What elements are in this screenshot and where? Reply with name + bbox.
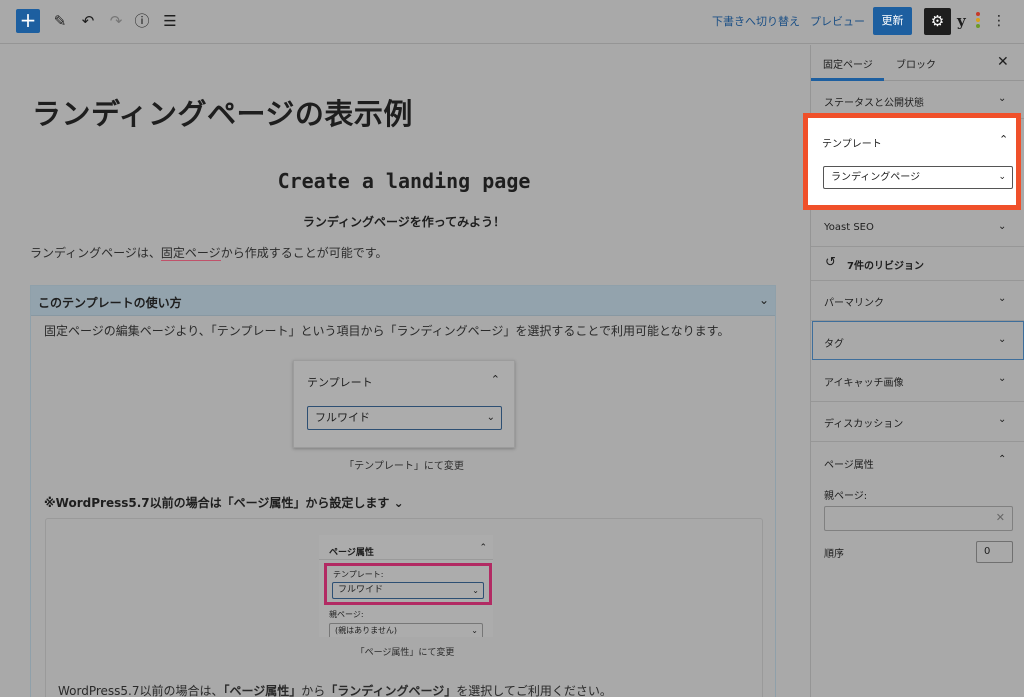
- panel-title: ステータスと公開状態: [824, 98, 924, 109]
- highlight-box: テンプレート: フルワイド ⌄: [324, 563, 492, 605]
- accordion-header[interactable]: このテンプレートの使い方 ⌄: [31, 286, 775, 316]
- text: を選択してご利用ください。: [456, 684, 612, 697]
- panel-permalink[interactable]: パーマリンク ⌄: [811, 281, 1024, 321]
- image-caption: 「テンプレート」にて変更: [344, 461, 464, 472]
- yoast-status-dots-icon: [976, 12, 980, 30]
- select-value: (親はありません): [335, 626, 398, 635]
- panel-title: ディスカッション: [824, 419, 904, 430]
- chevron-down-icon[interactable]: ⌄: [394, 496, 404, 510]
- accordion-block: このテンプレートの使い方 ⌄ 固定ページの編集ページより、「テンプレート」という…: [30, 285, 776, 697]
- select-value: フルワイド: [338, 585, 384, 595]
- plus-icon: +: [19, 8, 37, 32]
- list-view-icon[interactable]: ☰: [160, 11, 180, 31]
- settings-gear-icon[interactable]: ⚙: [924, 8, 951, 35]
- chevron-down-icon: ⌄: [471, 626, 478, 635]
- subheading[interactable]: ランディングページを作ってみよう！: [0, 213, 808, 230]
- editor-toolbar: + ✎ ↶ ↷ ⓘ ☰ 下書きへ切り替え プレビュー 更新 ⚙ y ⋮: [0, 0, 1024, 44]
- tab-page[interactable]: 固定ページ: [823, 56, 873, 71]
- preview-button[interactable]: プレビュー: [810, 13, 865, 29]
- bold-text: 「ページ属性」: [223, 684, 302, 697]
- page-attributes-screenshot: ページ属性 ⌃ テンプレート: フルワイド ⌄ 親ページ: (親はありません) …: [319, 535, 493, 637]
- divider: [319, 559, 493, 560]
- intro-link[interactable]: 固定ページ: [160, 246, 221, 261]
- select-value: フルワイド: [315, 411, 370, 424]
- intro-text-end: から作成することが可能です。: [220, 246, 388, 260]
- panel-title: Yoast SEO: [824, 222, 874, 233]
- parent-select-image: (親はありません) ⌄: [329, 623, 483, 637]
- card-title: ページ属性: [329, 548, 374, 558]
- more-options-icon[interactable]: ⋮: [992, 11, 1006, 31]
- template-label: テンプレート:: [333, 570, 384, 579]
- chevron-down-icon[interactable]: ⌄: [998, 221, 1006, 232]
- parent-label: 親ページ:: [329, 610, 364, 619]
- history-icon: ↺: [825, 255, 836, 270]
- panel-revisions[interactable]: ↺ 7件のリビジョン: [811, 247, 1024, 281]
- chevron-down-icon: ⌄: [486, 412, 495, 423]
- update-button[interactable]: 更新: [873, 7, 912, 35]
- chevron-down-icon: ⌄: [472, 586, 479, 595]
- panel-discussion[interactable]: ディスカッション ⌄: [811, 402, 1024, 442]
- bold-text: 「ランディングページ」: [325, 684, 457, 697]
- clear-icon[interactable]: ✕: [996, 511, 1005, 524]
- template-select[interactable]: ランディングページ ⌄: [823, 166, 1013, 189]
- inner-group-block: ページ属性 ⌃ テンプレート: フルワイド ⌄ 親ページ: (親はありません) …: [45, 518, 763, 697]
- chevron-down-icon[interactable]: ⌄: [998, 293, 1006, 304]
- chevron-down-icon[interactable]: ⌄: [759, 293, 769, 307]
- editor-canvas: ランディングページの表示例 Create a landing page ランディ…: [0, 45, 810, 697]
- pen-tool-icon[interactable]: ✎: [50, 11, 70, 31]
- panel-title: アイキャッチ画像: [824, 378, 904, 389]
- undo-icon[interactable]: ↶: [78, 11, 98, 31]
- panel-title: 7件のリビジョン: [847, 261, 924, 272]
- card-title: テンプレート: [307, 376, 373, 389]
- panel-featured-image[interactable]: アイキャッチ画像 ⌄: [811, 361, 1024, 402]
- accordion-title: このテンプレートの使い方: [38, 296, 182, 310]
- template-select-image: フルワイド ⌄: [332, 582, 484, 599]
- select-value: ランディングページ: [831, 172, 921, 183]
- chevron-up-icon[interactable]: ⌃: [998, 454, 1006, 465]
- accordion-description: 固定ページの編集ページより、「テンプレート」という項目から「ランディングページ」…: [44, 324, 730, 338]
- order-label: 順序: [824, 549, 844, 560]
- image-caption: 「ページ属性」にて変更: [355, 648, 455, 658]
- sidebar-tabs: 固定ページ ブロック ✕: [811, 45, 1024, 81]
- tags-focus-outline: [812, 321, 1024, 360]
- panel-title[interactable]: テンプレート: [822, 135, 882, 150]
- chevron-up-icon[interactable]: ⌃: [999, 133, 1008, 146]
- chevron-down-icon[interactable]: ⌄: [998, 414, 1006, 425]
- page-title[interactable]: ランディングページの表示例: [32, 91, 413, 133]
- panel-title[interactable]: ページ属性: [824, 456, 874, 471]
- parent-page-label: 親ページ:: [824, 491, 868, 502]
- instruction-paragraph[interactable]: WordPress5.7以前の場合は、「ページ属性」から「ランディングページ」を…: [58, 682, 612, 697]
- panel-title: パーマリンク: [824, 298, 884, 309]
- order-input[interactable]: 0: [976, 541, 1013, 563]
- text: から: [301, 684, 326, 697]
- tab-block[interactable]: ブロック: [896, 56, 936, 71]
- parent-page-input[interactable]: ✕: [824, 506, 1013, 531]
- switch-to-draft-button[interactable]: 下書きへ切り替え: [712, 13, 800, 29]
- intro-text: ランディングページは、: [30, 246, 161, 260]
- chevron-down-icon[interactable]: ⌄: [998, 93, 1006, 104]
- panel-yoast[interactable]: Yoast SEO ⌄: [811, 211, 1024, 247]
- chevron-up-icon: ⌃: [479, 543, 487, 553]
- add-block-button[interactable]: +: [16, 9, 40, 33]
- info-icon[interactable]: ⓘ: [132, 11, 152, 31]
- chevron-down-icon[interactable]: ⌄: [998, 373, 1006, 384]
- text: WordPress5.7以前の場合は、: [58, 684, 224, 697]
- heading-english[interactable]: Create a landing page: [0, 169, 808, 193]
- chevron-up-icon: ⌃: [490, 373, 500, 386]
- redo-icon[interactable]: ↷: [106, 11, 126, 31]
- wp57-heading-text: ※WordPress5.7以前の場合は「ページ属性」から設定します: [44, 496, 390, 510]
- template-panel-screenshot: テンプレート ⌃ フルワイド ⌄: [293, 360, 515, 448]
- wp57-heading[interactable]: ※WordPress5.7以前の場合は「ページ属性」から設定します ⌄: [44, 494, 404, 511]
- template-select-image: フルワイド ⌄: [307, 406, 502, 430]
- close-icon[interactable]: ✕: [997, 54, 1009, 70]
- intro-paragraph[interactable]: ランディングページは、固定ページから作成することが可能です。: [30, 244, 388, 261]
- chevron-down-icon: ⌄: [998, 172, 1006, 182]
- panel-template-highlighted: テンプレート ⌃ ランディングページ ⌄: [803, 113, 1021, 210]
